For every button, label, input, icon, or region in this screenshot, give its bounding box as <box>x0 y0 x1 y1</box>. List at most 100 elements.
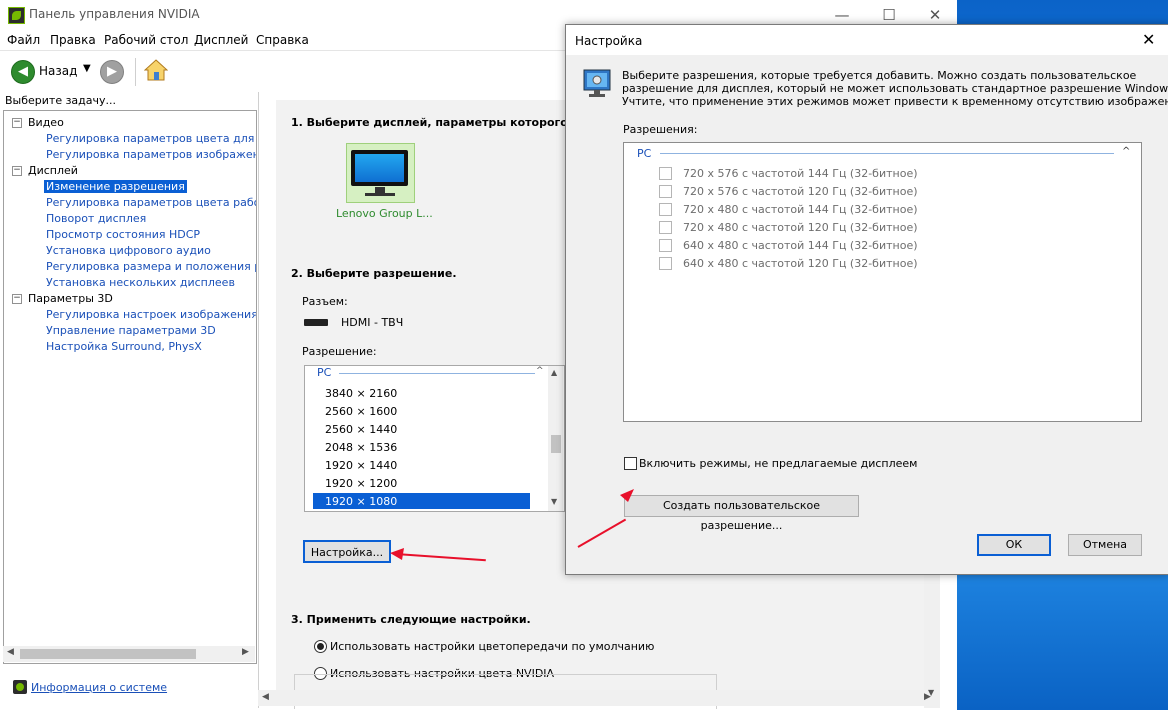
create-custom-resolution-button[interactable]: Создать пользовательское разрешение... <box>624 495 859 532</box>
connector-value: HDMI - ТВЧ <box>341 316 404 329</box>
mode-label: 640 x 480 с частотой 144 Гц (32-битное) <box>683 239 918 252</box>
scroll-up-icon[interactable]: ▲ <box>551 368 557 377</box>
list-item[interactable]: 2048 × 1536 <box>325 441 397 454</box>
collapse-group-icon[interactable]: ^ <box>536 366 544 376</box>
tree-item[interactable]: Управление параметрами 3D <box>46 324 216 337</box>
collapse-icon[interactable]: − <box>12 118 22 128</box>
menu-desktop[interactable]: Рабочий стол <box>104 33 188 47</box>
menu-help[interactable]: Справка <box>256 33 309 47</box>
mode-checkbox[interactable] <box>659 239 672 252</box>
step1-heading: 1. Выберите дисплей, параметры которого … <box>291 116 594 129</box>
tree-item[interactable]: Установка нескольких дисплеев <box>46 276 235 289</box>
task-tree: − Видео Регулировка параметров цвета для… <box>3 110 257 664</box>
list-group-label: PC <box>637 147 652 160</box>
tree-item[interactable]: Регулировка параметров цвета рабочег <box>46 196 256 209</box>
menu-edit[interactable]: Правка <box>50 33 96 47</box>
tree-item[interactable]: Регулировка параметров цвета для вид <box>46 132 256 145</box>
list-item[interactable]: 1920 × 1200 <box>325 477 397 490</box>
back-dropdown-icon[interactable]: ▼ <box>83 63 91 74</box>
menu-file[interactable]: Файл <box>7 33 40 47</box>
scroll-left-icon[interactable]: ◀ <box>262 692 269 702</box>
close-button[interactable]: ✕ <box>912 4 958 26</box>
dialog-description-line2: разрешение для дисплея, который не может… <box>622 82 1168 95</box>
resolutions-label: Разрешения: <box>623 123 698 136</box>
list-item[interactable]: 3840 × 2160 <box>325 387 397 400</box>
scroll-thumb[interactable] <box>551 435 561 453</box>
maximize-button[interactable]: ☐ <box>866 4 912 26</box>
minimize-button[interactable]: — <box>819 4 865 26</box>
tree-group-video[interactable]: Видео <box>28 116 64 129</box>
nvidia-logo-icon <box>8 7 25 24</box>
customize-dialog: Настройка ✕ Выберите разрешения, которые… <box>565 24 1168 575</box>
task-header: Выберите задачу... <box>5 94 117 107</box>
list-scrollbar[interactable]: ▲ ▼ <box>548 366 563 511</box>
scroll-left-icon[interactable]: ◀ <box>7 647 14 657</box>
tree-item[interactable]: Регулировка размера и положения рабо <box>46 260 256 273</box>
scroll-right-icon[interactable]: ▶ <box>924 692 931 702</box>
tree-item[interactable]: Поворот дисплея <box>46 212 146 225</box>
connector-label: Разъем: <box>302 295 348 308</box>
tree-item[interactable]: Настройка Surround, PhysX <box>46 340 202 353</box>
scroll-thumb[interactable] <box>20 649 196 659</box>
group-separator <box>339 373 535 374</box>
back-arrow-icon[interactable]: ◀ <box>11 60 35 84</box>
collapse-group-icon[interactable]: ^ <box>1122 146 1130 157</box>
tree-item[interactable]: Регулировка настроек изображения с пр <box>46 308 256 321</box>
resolution-list[interactable]: PC ^ 3840 × 2160 2560 × 1600 2560 × 1440… <box>304 365 565 512</box>
mode-checkbox[interactable] <box>659 203 672 216</box>
system-info-link[interactable]: Информация о системе <box>31 681 167 694</box>
mode-label: 640 x 480 с частотой 120 Гц (32-битное) <box>683 257 918 270</box>
tree-item[interactable]: Просмотр состояния HDCP <box>46 228 200 241</box>
mode-label: 720 x 480 с частотой 144 Гц (32-битное) <box>683 203 918 216</box>
window-title: Панель управления NVIDIA <box>29 7 200 21</box>
system-info-icon[interactable] <box>13 680 27 694</box>
display-tile[interactable] <box>346 143 415 203</box>
dialog-description-line3: Учтите, что применение этих режимов може… <box>622 95 1168 108</box>
list-item[interactable]: 1920 × 1440 <box>325 459 397 472</box>
radio-default-label: Использовать настройки цветопередачи по … <box>330 640 655 653</box>
tree-group-display[interactable]: Дисплей <box>28 164 78 177</box>
forward-arrow-icon[interactable]: ▶ <box>100 60 124 84</box>
display-name[interactable]: Lenovo Group L... <box>336 207 433 220</box>
tree-item-selected[interactable]: Изменение разрешения <box>44 180 187 193</box>
scroll-right-icon[interactable]: ▶ <box>242 647 249 657</box>
customize-button[interactable]: Настройка... <box>303 540 391 563</box>
custom-modes-list[interactable]: PC ^ 720 x 576 с частотой 144 Гц (32-бит… <box>623 142 1142 422</box>
mode-checkbox[interactable] <box>659 185 672 198</box>
radio-default-colors[interactable] <box>314 640 327 653</box>
monitor-settings-icon <box>583 69 611 97</box>
back-button-label[interactable]: Назад <box>39 64 77 78</box>
mode-checkbox[interactable] <box>659 167 672 180</box>
sidebar-horizontal-scrollbar[interactable]: ◀ ▶ <box>3 646 255 662</box>
dialog-title-bar: Настройка ✕ <box>566 25 1168 55</box>
mode-checkbox[interactable] <box>659 221 672 234</box>
hdmi-icon <box>304 319 328 326</box>
mode-checkbox[interactable] <box>659 257 672 270</box>
ok-button[interactable]: ОК <box>977 534 1051 556</box>
enable-modes-checkbox[interactable] <box>624 457 637 470</box>
menu-display[interactable]: Дисплей <box>194 33 248 47</box>
dialog-close-button[interactable]: ✕ <box>1142 30 1155 49</box>
mode-label: 720 x 576 с частотой 120 Гц (32-битное) <box>683 185 918 198</box>
collapse-icon[interactable]: − <box>12 166 22 176</box>
group-separator <box>660 153 1114 154</box>
resolution-label: Разрешение: <box>302 345 377 358</box>
tree-item[interactable]: Установка цифрового аудио <box>46 244 211 257</box>
list-group-label: PC <box>317 366 332 379</box>
tree-item[interactable]: Регулировка параметров изображения д <box>46 148 256 161</box>
toolbar-divider <box>135 58 136 86</box>
content-horizontal-scrollbar[interactable]: ◀ ▶ <box>258 690 931 706</box>
mode-label: 720 x 576 с частотой 144 Гц (32-битное) <box>683 167 918 180</box>
mode-label: 720 x 480 с частотой 120 Гц (32-битное) <box>683 221 918 234</box>
dialog-title: Настройка <box>575 34 643 48</box>
home-icon[interactable] <box>144 58 168 82</box>
list-item[interactable]: 2560 × 1440 <box>325 423 397 436</box>
collapse-icon[interactable]: − <box>12 294 22 304</box>
scroll-down-icon[interactable]: ▼ <box>551 497 557 506</box>
tree-group-3d[interactable]: Параметры 3D <box>28 292 113 305</box>
selected-resolution-text: 1920 × 1080 <box>325 495 398 508</box>
dialog-description-line1: Выберите разрешения, которые требуется д… <box>622 69 1137 82</box>
list-item-selected[interactable]: 1920 × 1080 <box>313 493 530 509</box>
cancel-button[interactable]: Отмена <box>1068 534 1142 556</box>
list-item[interactable]: 2560 × 1600 <box>325 405 397 418</box>
